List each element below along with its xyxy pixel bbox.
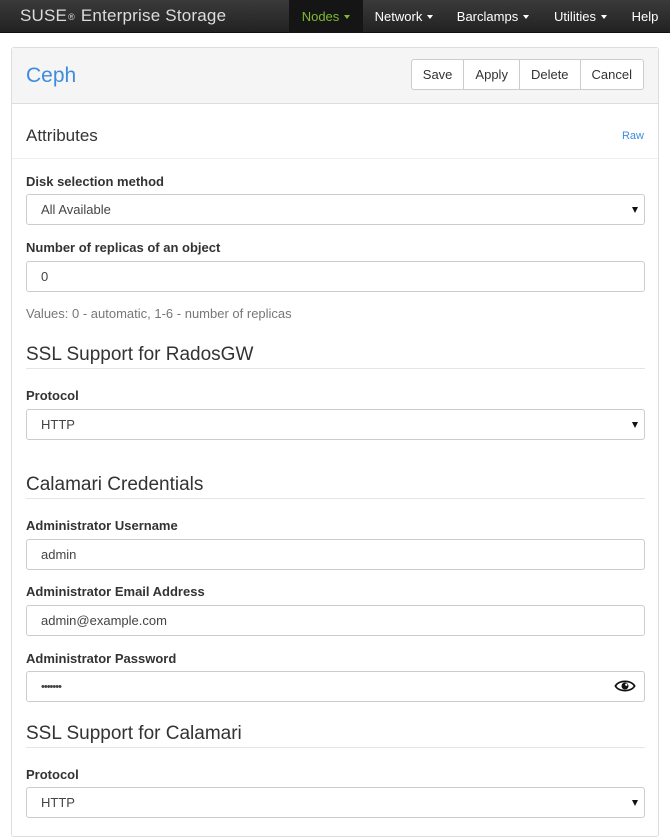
admin-username-value: admin (41, 547, 77, 562)
caret-down-icon (344, 14, 351, 19)
admin-email-input[interactable]: admin@example.com (26, 605, 645, 636)
section-divider (26, 368, 645, 369)
nav-help[interactable]: Help (620, 0, 670, 33)
show-password-eye-icon[interactable] (614, 679, 636, 693)
admin-password-value: ••••••• (41, 680, 62, 693)
admin-email-value: admin@example.com (41, 613, 167, 628)
calamari-credentials-title: Calamari Credentials (26, 474, 204, 495)
page-title: Ceph (26, 64, 77, 87)
admin-password-input[interactable]: ••••••• (26, 671, 645, 702)
delete-button[interactable]: Delete (518, 59, 581, 90)
brand-logo[interactable]: SUSE® Enterprise Storage (20, 6, 226, 26)
radosgw-protocol-label: Protocol (26, 388, 79, 403)
caret-down-icon (427, 14, 434, 19)
caret-down-icon (600, 14, 607, 19)
nav-network[interactable]: Network (363, 0, 445, 33)
nav-nodes-label: Nodes (301, 9, 340, 24)
section-divider (26, 747, 645, 748)
select-arrow-icon (632, 207, 638, 213)
replicas-input[interactable]: 0 (26, 261, 645, 292)
nav-nodes[interactable]: Nodes (289, 0, 363, 33)
brand-registered-mark: ® (68, 12, 75, 22)
radosgw-protocol-value: HTTP (41, 417, 75, 432)
panel-heading: Ceph Save Apply Delete Cancel (12, 48, 658, 104)
brand-name: SUSE (20, 6, 68, 25)
ssl-calamari-title: SSL Support for Calamari (26, 723, 242, 744)
raw-link[interactable]: Raw (622, 130, 644, 142)
ssl-radosgw-title: SSL Support for RadosGW (26, 344, 254, 365)
cancel-button[interactable]: Cancel (579, 59, 644, 90)
nav-utilities-label: Utilities (554, 9, 596, 24)
nav-barclamps[interactable]: Barclamps (445, 0, 541, 33)
admin-username-input[interactable]: admin (26, 539, 645, 570)
top-navbar: SUSE® Enterprise Storage Nodes Network B… (0, 0, 670, 33)
save-button[interactable]: Save (410, 59, 465, 90)
attributes-heading: Attributes Raw (12, 105, 658, 159)
replicas-help-text: Values: 0 - automatic, 1-6 - number of r… (26, 306, 292, 321)
select-arrow-icon (632, 800, 638, 806)
apply-button[interactable]: Apply (463, 59, 520, 90)
attributes-title: Attributes (26, 126, 98, 145)
nav-utilities[interactable]: Utilities (541, 0, 620, 33)
nav-network-label: Network (374, 9, 423, 24)
action-button-group: Save Apply Delete Cancel (410, 59, 644, 90)
caret-down-icon (523, 14, 530, 19)
radosgw-protocol-select[interactable]: HTTP (26, 409, 645, 440)
nav-barclamps-label: Barclamps (456, 9, 519, 24)
brand-product: Enterprise Storage (80, 6, 227, 25)
select-arrow-icon (632, 422, 638, 428)
nav-help-label: Help (631, 9, 659, 24)
disk-selection-select[interactable]: All Available (26, 194, 645, 225)
disk-selection-value: All Available (41, 202, 111, 217)
calamari-protocol-label: Protocol (26, 767, 79, 782)
replicas-label: Number of replicas of an object (26, 240, 221, 255)
disk-selection-label: Disk selection method (26, 174, 164, 189)
ceph-panel: Ceph Save Apply Delete Cancel Attributes… (11, 47, 659, 837)
admin-username-label: Administrator Username (26, 518, 178, 533)
calamari-protocol-value: HTTP (41, 795, 75, 810)
calamari-protocol-select[interactable]: HTTP (26, 787, 645, 818)
section-divider (26, 498, 645, 499)
admin-email-label: Administrator Email Address (26, 584, 205, 599)
admin-password-label: Administrator Password (26, 651, 177, 666)
replicas-value: 0 (41, 269, 49, 284)
